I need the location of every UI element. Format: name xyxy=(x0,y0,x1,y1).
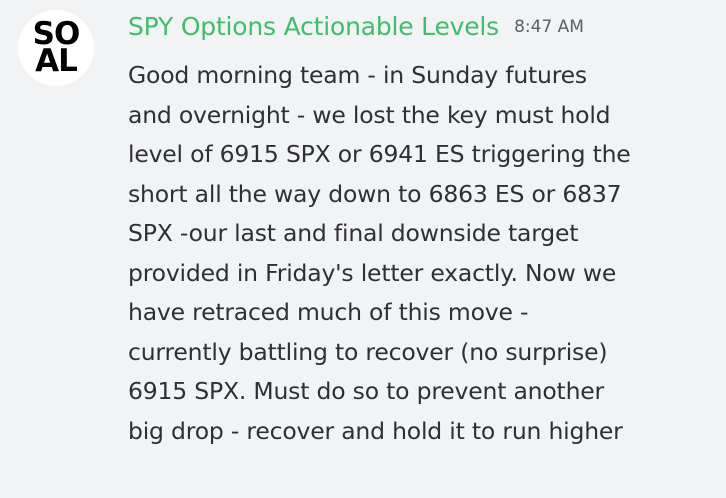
message-header: SPY Options Actionable Levels 8:47 AM xyxy=(128,12,584,41)
message-line: currently battling to recover (no surpri… xyxy=(128,337,608,366)
avatar[interactable]: SO AL xyxy=(18,10,94,86)
message-content: Good morning team - in Sunday futures an… xyxy=(128,56,718,451)
message-timestamp[interactable]: 8:47 AM xyxy=(514,17,584,37)
avatar-logo-line-2: AL xyxy=(35,43,78,79)
message-line: provided in Friday's letter exactly. Now… xyxy=(128,258,617,287)
message-line: 6915 SPX. Must do so to prevent another xyxy=(128,377,604,405)
message-line: Good morning team - in Sunday futures xyxy=(128,61,587,89)
message-line: and overnight - we lost the key must hol… xyxy=(128,100,611,129)
message-line: SPX -our last and final downside target xyxy=(128,219,579,247)
message-line: big drop - recover and hold it to run hi… xyxy=(128,416,623,445)
message-line: level of 6915 SPX or 6941 ES triggering … xyxy=(128,140,631,168)
message-line: have retraced much of this move - xyxy=(128,298,529,326)
chat-message: SO AL SPY Options Actionable Levels 8:47… xyxy=(0,0,726,498)
author-name[interactable]: SPY Options Actionable Levels xyxy=(128,12,499,41)
message-line: short all the way down to 6863 ES or 683… xyxy=(128,179,622,208)
